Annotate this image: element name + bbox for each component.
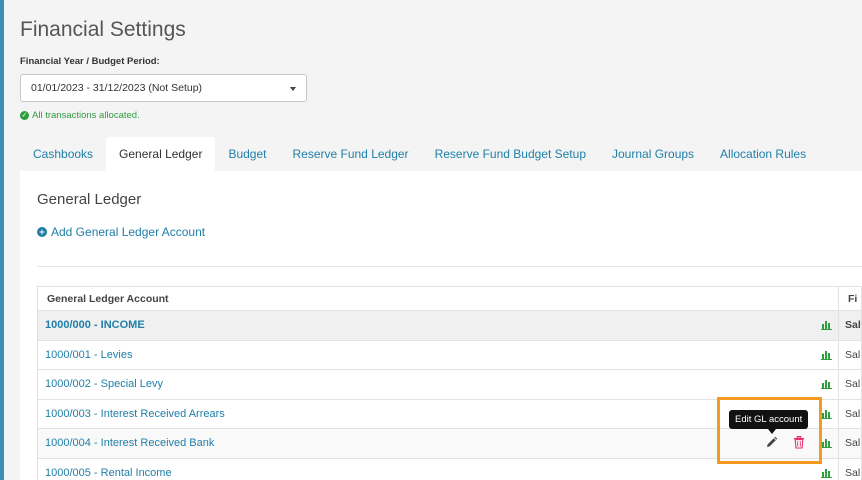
gl-account-link[interactable]: 1000/005 - Rental Income	[45, 467, 172, 479]
gl-row-col2: Sal	[838, 339, 862, 370]
gl-account-link[interactable]: 1000/000 - INCOME	[45, 319, 145, 331]
table-row: 1000/002 - Special Levy Sal	[37, 369, 862, 400]
tab-reserve-fund-ledger[interactable]: Reserve Fund Ledger	[279, 137, 421, 171]
bar-chart-icon[interactable]	[821, 350, 832, 360]
tab-cashbooks[interactable]: Cashbooks	[20, 137, 106, 171]
bar-chart-icon[interactable]	[821, 379, 832, 389]
bar-chart-icon[interactable]	[821, 409, 832, 419]
period-select[interactable]: 01/01/2023 - 31/12/2023 (Not Setup)	[20, 74, 307, 102]
tab-bar: Cashbooks General Ledger Budget Reserve …	[20, 137, 862, 171]
tab-budget[interactable]: Budget	[215, 137, 279, 171]
gl-account-link[interactable]: 1000/003 - Interest Received Arrears	[45, 408, 225, 420]
tab-reserve-fund-budget-setup[interactable]: Reserve Fund Budget Setup	[422, 137, 599, 171]
period-select-value: 01/01/2023 - 31/12/2023 (Not Setup)	[31, 82, 203, 94]
bar-chart-icon[interactable]	[821, 438, 832, 448]
divider	[37, 266, 862, 267]
page-title: Financial Settings	[20, 18, 186, 41]
plus-circle-icon: +	[37, 227, 47, 237]
gl-account-link[interactable]: 1000/001 - Levies	[45, 349, 132, 361]
tab-general-ledger[interactable]: General Ledger	[106, 137, 216, 171]
tab-allocation-rules[interactable]: Allocation Rules	[707, 137, 819, 171]
table-header-row: General Ledger Account Fi	[37, 286, 862, 311]
bar-chart-icon[interactable]	[821, 468, 832, 478]
table-row: 1000/001 - Levies Sal	[37, 339, 862, 370]
bar-chart-icon[interactable]	[821, 320, 832, 330]
header-col2: Fi	[838, 286, 862, 311]
tab-journal-groups[interactable]: Journal Groups	[599, 137, 707, 171]
period-label: Financial Year / Budget Period:	[20, 56, 160, 67]
gl-row-col2: Sal	[838, 310, 862, 341]
add-gl-account-label: Add General Ledger Account	[51, 225, 206, 239]
gl-account-link[interactable]: 1000/002 - Special Levy	[45, 378, 163, 390]
gl-account-link[interactable]: 1000/004 - Interest Received Bank	[45, 437, 214, 449]
check-circle-icon: ✓	[20, 111, 29, 120]
table-row: 1000/000 - INCOME Sal	[37, 310, 862, 341]
caret-down-icon	[290, 87, 296, 91]
add-gl-account-link[interactable]: + Add General Ledger Account	[37, 225, 205, 239]
gl-row-col2: Sal	[838, 457, 862, 480]
panel-title: General Ledger	[37, 191, 142, 208]
header-gl-account: General Ledger Account	[37, 286, 839, 311]
allocation-status: ✓ All transactions allocated.	[20, 110, 140, 121]
gl-row-col2: Sal	[838, 369, 862, 400]
gl-row-col2: Sal	[838, 398, 862, 429]
allocation-status-text: All transactions allocated.	[32, 110, 140, 121]
gl-row-col2: Sal	[838, 428, 862, 459]
highlight-box	[717, 397, 822, 464]
left-accent-strip	[0, 0, 4, 480]
